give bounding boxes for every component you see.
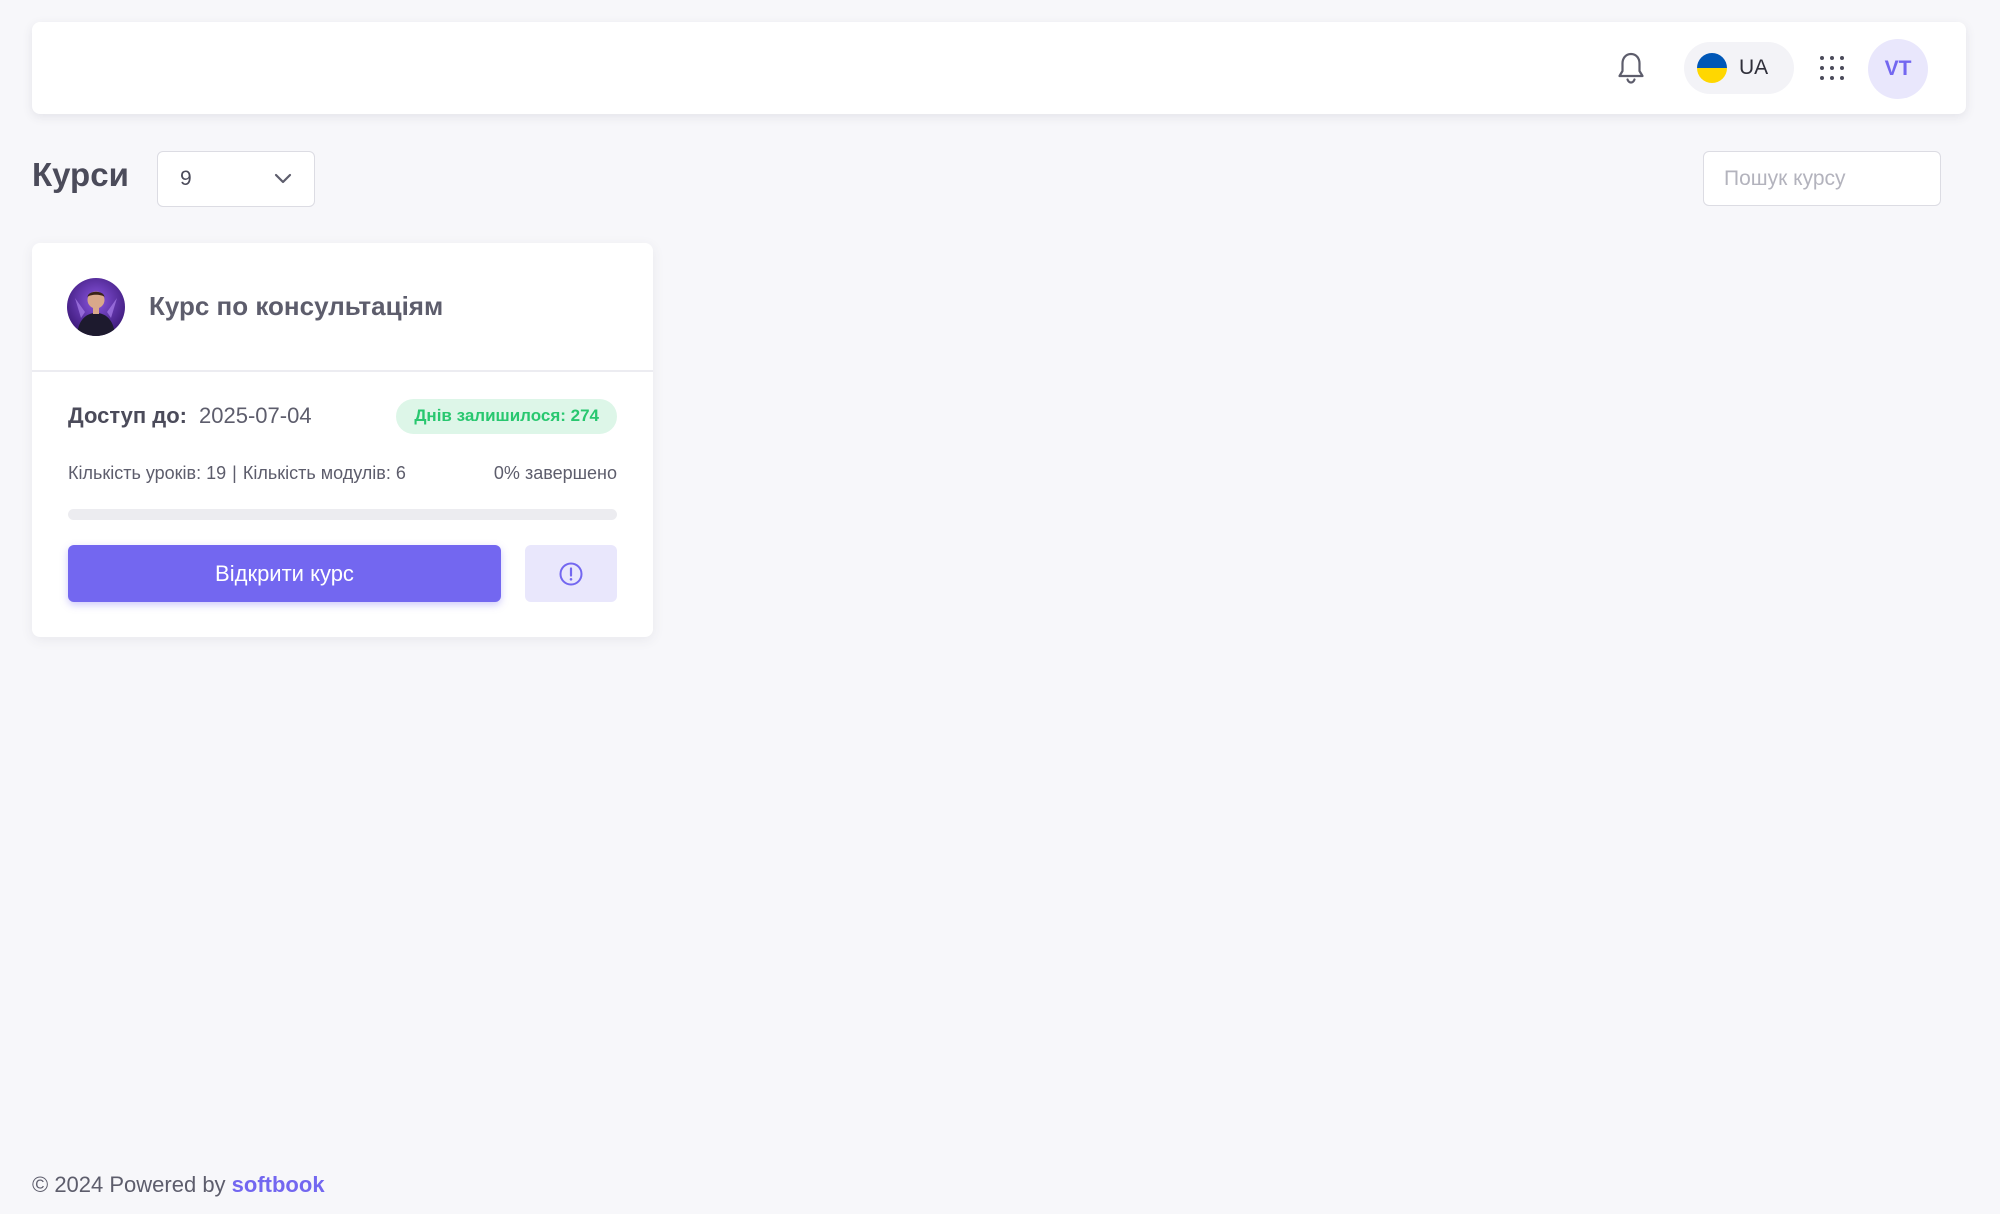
info-circle-icon bbox=[559, 562, 583, 585]
course-author-avatar bbox=[67, 277, 125, 336]
page-title: Курси bbox=[32, 156, 129, 193]
ukraine-flag-icon bbox=[1697, 53, 1727, 83]
course-stats-row: Кількість уроків: 19 | Кількість модулів… bbox=[68, 459, 617, 487]
apps-grid-icon bbox=[1820, 56, 1844, 80]
lessons-count: Кількість уроків: 19 bbox=[68, 462, 227, 483]
footer: © 2024 Powered by softbook bbox=[32, 1172, 325, 1198]
course-card: Курс по консультаціям Доступ до: 2025-07… bbox=[32, 243, 653, 637]
course-progress-bar bbox=[68, 509, 617, 520]
course-search-input[interactable] bbox=[1703, 151, 1941, 206]
days-left-badge: Днів залишилося: 274 bbox=[396, 398, 617, 434]
course-title: Курс по консультаціям bbox=[149, 291, 444, 321]
footer-text: © 2024 Powered by bbox=[32, 1172, 232, 1197]
footer-brand-link[interactable]: softbook bbox=[232, 1172, 325, 1197]
course-info-button[interactable] bbox=[525, 545, 617, 602]
open-course-button[interactable]: Відкрити курс bbox=[68, 545, 501, 602]
course-card-header: Курс по консультаціям bbox=[32, 243, 653, 372]
notifications-button[interactable] bbox=[1612, 48, 1650, 88]
language-switcher[interactable]: UA bbox=[1684, 42, 1794, 94]
flag-bottom-stripe bbox=[1697, 68, 1727, 83]
bell-icon bbox=[1618, 52, 1644, 84]
stats-separator: | bbox=[232, 462, 237, 483]
access-label: Доступ до: bbox=[68, 403, 188, 428]
modules-count: Кількість модулів: 6 bbox=[242, 462, 406, 483]
user-avatar[interactable]: VT bbox=[1868, 39, 1928, 99]
page-size-value: 9 bbox=[180, 167, 192, 190]
flag-top-stripe bbox=[1697, 53, 1727, 68]
completion-percent: 0% завершено bbox=[493, 462, 617, 483]
page-size-select[interactable]: 9 bbox=[157, 151, 315, 207]
access-row: Доступ до: 2025-07-04 Днів залишилося: 2… bbox=[68, 398, 617, 434]
language-label: UA bbox=[1739, 56, 1769, 79]
chevron-down-icon bbox=[274, 173, 292, 185]
apps-menu-button[interactable] bbox=[1812, 48, 1852, 88]
top-navbar: UA VT bbox=[32, 22, 1966, 114]
access-date: 2025-07-04 bbox=[199, 403, 312, 428]
